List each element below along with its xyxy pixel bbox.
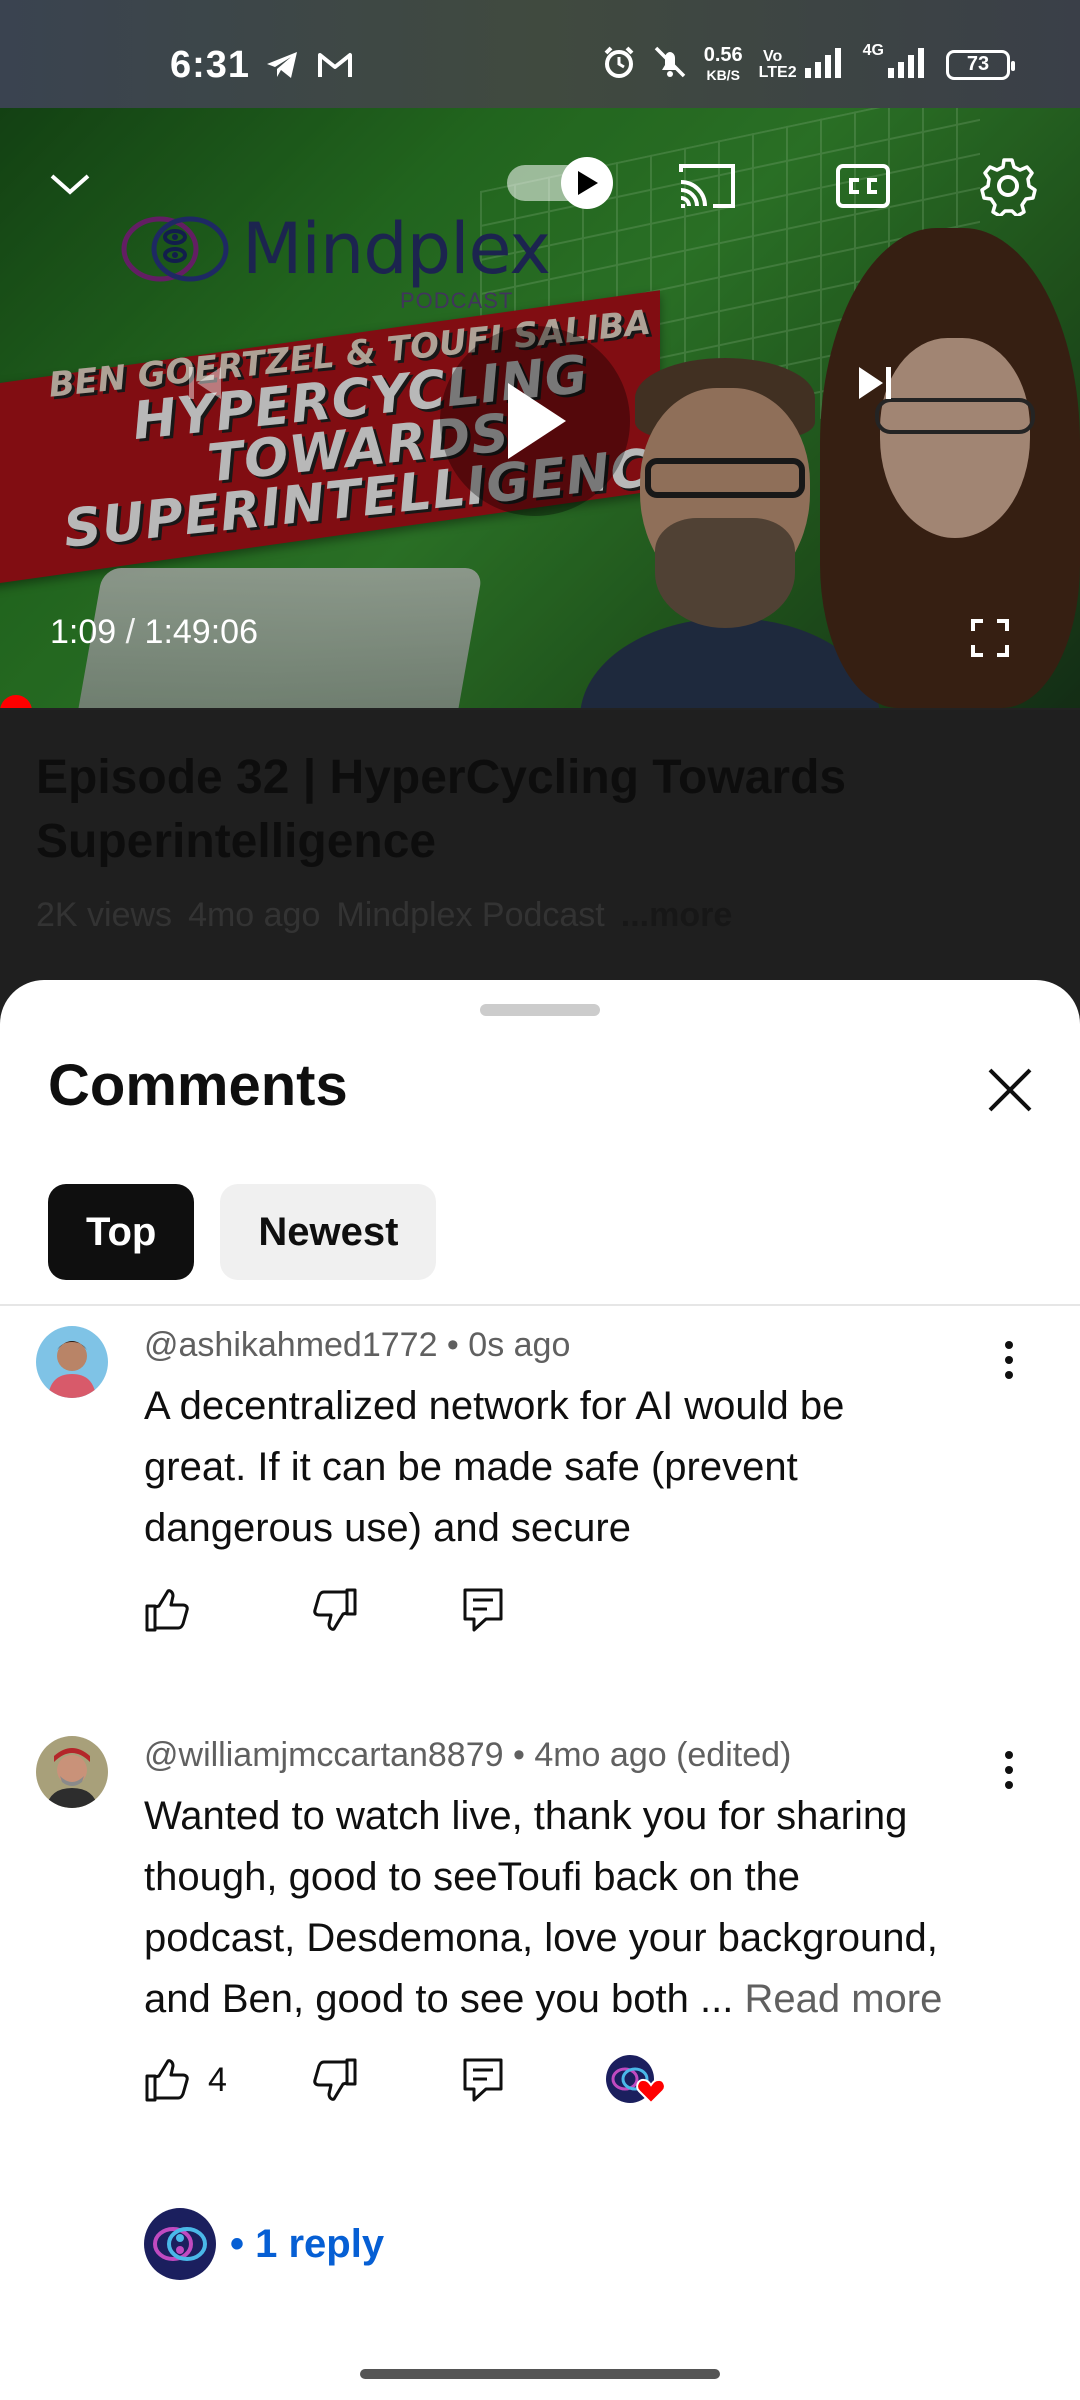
cast-button[interactable] [672,156,742,216]
chip-top[interactable]: Top [48,1184,195,1280]
comment-text: Wanted to watch live, thank you for shar… [144,1786,1004,2030]
like-button[interactable]: 4 [144,2050,312,2110]
dislike-button[interactable] [312,2050,462,2110]
reply-button[interactable] [462,2050,606,2110]
minimize-player-button[interactable] [40,154,100,214]
video-info: Episode 32 | HyperCycling Towards Superi… [0,710,1080,1000]
like-count: 4 [208,2060,227,2099]
video-meta[interactable]: 2K views 4mo ago Mindplex Podcast ...mor… [36,896,732,935]
status-time: 6:31 [170,44,251,86]
cast-icon [679,164,735,208]
comment-line: and Ben, good to see you both ... Read m… [144,1969,1004,2030]
dislike-button[interactable] [312,1580,462,1640]
settings-button[interactable] [972,150,1044,222]
comment-line: dangerous use) and secure [144,1506,631,1550]
volte-indicator: Vo LTE2 [758,47,797,81]
thumbs-up-icon [145,1589,189,1632]
more-vert-icon [1005,1341,1013,1379]
closed-captions-icon [836,164,890,208]
play-button[interactable] [440,326,630,516]
close-comments-button[interactable] [980,1060,1040,1120]
duration: 1:49:06 [144,613,258,651]
comment-reply-icon [463,1588,503,1632]
comment-actions [144,1580,504,1640]
play-icon [578,171,598,195]
like-button[interactable] [144,1580,312,1640]
sort-chips: Top Newest [48,1184,437,1280]
play-icon [508,383,566,459]
comment-reply-icon [463,2058,503,2102]
next-video-button[interactable] [840,348,910,418]
comment-author-time[interactable]: @williamjmccartan8879 • 4mo ago (edited) [144,1736,791,1775]
autoplay-toggle[interactable] [500,157,614,209]
upload-age: 4mo ago [188,896,321,934]
close-icon [988,1068,1032,1112]
signal-icon [803,46,847,83]
more-button[interactable]: ...more [621,896,732,935]
comment-line: though, good to seeToufi back on the [144,1855,801,1899]
home-indicator[interactable] [360,2369,720,2379]
telegram-icon [265,50,299,85]
read-more-link[interactable]: Read more [744,1977,942,2021]
status-bar: 6:31 0.56 KB/S Vo LTE2 4G 73 [0,0,1080,108]
net-speed: 0.56 KB/S [703,43,743,83]
comment-author-time[interactable]: @ashikahmed1772 • 0s ago [144,1326,570,1365]
gear-icon [980,158,1037,216]
skip-previous-icon [189,367,221,399]
comment-actions: 4 [144,2050,666,2110]
divider [0,1304,1080,1306]
comment-menu-button[interactable] [984,1330,1034,1390]
captions-button[interactable] [828,156,898,216]
reply-button[interactable] [462,1580,504,1640]
channel-name: Mindplex Podcast [336,896,605,934]
current-time: 1:09 [50,613,117,651]
chevron-down-icon [50,174,90,195]
comment-line: podcast, Desdemona, love your background… [144,1916,938,1960]
video-player[interactable]: Mindplex PODCAST BEN GOERTZEL & TOUFI SA… [0,108,1080,708]
view-replies-button[interactable]: • 1 reply [144,2208,384,2280]
status-right-icons: 0.56 KB/S Vo LTE2 4G 73 [602,41,1015,85]
view-count: 2K views [36,896,173,934]
time-separator: / [125,613,136,651]
heart-icon [636,2078,666,2105]
comment-line: Wanted to watch live, thank you for shar… [144,1794,908,1838]
comment-line: A decentralized network for AI would be [144,1384,845,1428]
video-title[interactable]: Episode 32 | HyperCycling Towards Superi… [36,746,996,874]
mute-icon [652,44,688,85]
thumbs-down-icon [313,2058,357,2101]
thumbs-up-icon [145,2059,189,2102]
chip-newest[interactable]: Newest [220,1184,437,1280]
comments-title: Comments [48,1053,348,1118]
comment-line: great. If it can be made safe (prevent [144,1445,798,1489]
signal-icon-2 [886,46,930,83]
status-left-icons [265,50,353,85]
more-vert-icon [1005,1751,1013,1789]
battery-level: 73 [966,53,990,75]
fullscreen-button[interactable] [960,608,1020,668]
comment-menu-button[interactable] [984,1740,1034,1800]
thumbs-down-icon [313,1588,357,1631]
creator-heart [606,2050,666,2110]
replies-count: • 1 reply [230,2221,385,2266]
network-type: 4G [862,41,884,59]
previous-video-button[interactable] [170,348,240,418]
battery-icon: 73 [946,49,1015,80]
fullscreen-icon [971,619,1009,657]
gmail-icon [317,51,353,84]
comment-line-text: and Ben, good to see you both ... [144,1977,734,2021]
avatar[interactable] [36,1736,108,1808]
skip-next-icon [859,367,891,399]
playback-time: 1:09 / 1:49:06 [50,613,258,652]
comment-text: A decentralized network for AI would be … [144,1376,1004,1559]
reply-author-avatar [144,2208,216,2280]
avatar[interactable] [36,1326,108,1398]
alarm-icon [602,45,636,84]
drag-handle[interactable] [480,1004,600,1016]
comments-panel: Comments Top Newest @ashikahmed1772 • 0s… [0,980,1080,2400]
